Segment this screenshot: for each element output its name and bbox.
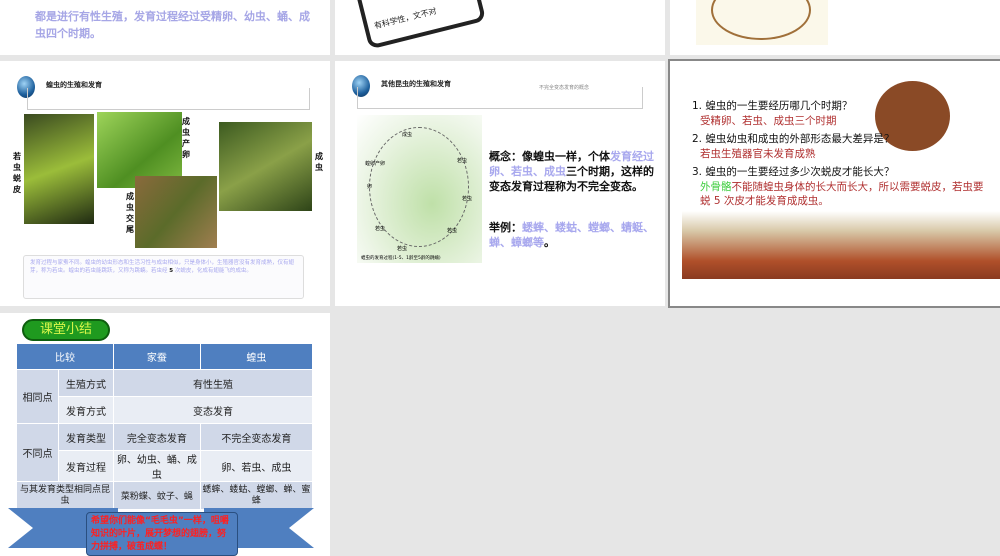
answer-2: 若虫生殖器官未发育成熟 xyxy=(700,147,816,160)
diagram-label: 蝗卵产卵 xyxy=(365,161,386,167)
concept-lead: 概念：像蝗虫一样，个体 xyxy=(489,150,610,163)
slide-thumbnail-6[interactable]: 1. 蝗虫的一生要经历哪几个时期？ 受精卵、若虫、成虫三个时期 2. 蝗虫幼虫和… xyxy=(668,59,1000,308)
locust-development-diagram: 成虫 若虫 若虫 若虫 若虫 若虫 蝗卵产卵 卵 蝗虫的发育过程(1-5、1龄至… xyxy=(357,115,482,263)
row-value: 变态发育 xyxy=(113,396,313,424)
banner-text: 希望你们能像“毛毛虫”一样，咀嚼知识的叶片，展开梦想的翅膀，努力拼搏，破茧成蝶！ xyxy=(86,512,238,556)
row-value: 有性生殖 xyxy=(113,369,313,397)
adult-photo xyxy=(219,122,312,211)
slide-thumbnail-7[interactable]: 课堂小结 比较 家蚕 蝗虫 相同点 生殖方式 有性生殖 发育方式 变态发育 不同… xyxy=(0,313,330,556)
example-label: 举例： xyxy=(489,221,522,234)
diagram-label: 卵 xyxy=(367,184,373,190)
header-locust: 蝗虫 xyxy=(199,343,314,370)
silkworm-value: 完全变态发育 xyxy=(113,423,201,451)
row-label: 生殖方式 xyxy=(58,369,114,397)
silkworm-value: 卵、幼虫、蛹、成虫 xyxy=(113,450,201,482)
locust-value: 卵、若虫、成虫 xyxy=(199,450,314,482)
slide-thumbnail-4[interactable]: 蝗虫的生殖和发育 若虫蜕皮 成虫产卵 成虫交尾 成虫 发育过程与家蚕不同。蝗虫的… xyxy=(0,61,330,306)
note-text: 发育过程与家蚕不同。蝗虫的幼虫形态和生活习性与成虫相似，只是身体小，生殖器官没有… xyxy=(30,260,295,274)
note-text-end: 次蜕皮，化成有翅能飞的成虫。 xyxy=(173,268,252,274)
slide-thumbnail-3[interactable] xyxy=(670,0,1000,55)
question-3: 3. 蝗虫的一生要经过多少次蜕皮才能长大？ xyxy=(692,166,895,178)
question-1: 1. 蝗虫的一生要经历哪几个时期？ xyxy=(692,100,853,112)
title-bracket xyxy=(27,88,310,110)
diff-label: 不同点 xyxy=(16,423,59,482)
label-molting: 若虫蜕皮 xyxy=(13,152,21,194)
slide-thumbnail-1[interactable]: 都是进行有性生殖，发育过程经过受精卵、幼虫、蛹、成虫四个时期。 xyxy=(0,0,330,55)
header-silkworm: 家蚕 xyxy=(113,343,201,370)
answer-3-highlight: 外骨骼 xyxy=(700,180,732,193)
diagram-label: 若虫 xyxy=(397,246,408,252)
diagram-label: 成虫 xyxy=(402,132,413,138)
example-end: 。 xyxy=(544,236,555,249)
locust-value: 不完全变态发育 xyxy=(199,423,314,451)
question-2: 2. 蝗虫幼虫和成虫的外部形态最大差异是？ xyxy=(692,133,895,145)
same-label: 相同点 xyxy=(16,369,59,424)
mating-photo xyxy=(135,176,217,248)
label-mating: 成虫交尾 xyxy=(126,192,134,234)
note-box: 发育过程与家蚕不同。蝗虫的幼虫形态和生活习性与成虫相似，只是身体小，生殖器官没有… xyxy=(23,255,304,299)
molting-photo xyxy=(24,114,94,224)
bubble-text: 有科学性，文不对 xyxy=(373,6,438,31)
diagram-label: 若虫 xyxy=(375,226,386,232)
answer-3: 外骨骼不能随蝗虫身体的长大而长大，所以需要蜕皮，若虫要蜕 5 次皮才能发育成成虫… xyxy=(692,180,992,209)
answer-3-text: 不能随蝗虫身体的长大而长大，所以需要蜕皮，若虫要蜕 5 次皮才能发育成成虫。 xyxy=(700,180,984,208)
header-compare: 比较 xyxy=(16,343,114,370)
qa-block: 1. 蝗虫的一生要经历哪几个时期？ 受精卵、若虫、成虫三个时期 2. 蝗虫幼虫和… xyxy=(692,99,992,209)
label-adult: 成虫 xyxy=(315,152,323,172)
silkworm-lifecycle-image xyxy=(696,0,828,45)
example-text: 举例：蟋蟀、蝼蛄、螳螂、蜻蜓、蝉、蟑螂等。 xyxy=(489,220,659,250)
cycle-arrow xyxy=(711,0,811,40)
diagram-label: 若虫 xyxy=(462,196,473,202)
title-bracket xyxy=(357,87,643,109)
diagram-caption: 蝗虫的发育过程(1-5、1龄至5龄的跳蝻) xyxy=(361,256,441,261)
comparison-table: 比较 家蚕 蝗虫 相同点 生殖方式 有性生殖 发育方式 变态发育 不同点 发育类… xyxy=(16,343,314,510)
summary-badge: 课堂小结 xyxy=(22,319,110,341)
diagram-label: 若虫 xyxy=(457,158,468,164)
row-label: 发育类型 xyxy=(58,423,114,451)
concept-text: 概念：像蝗虫一样，个体发育经过卵、若虫、成虫三个时期，这样的变态发育过程称为不完… xyxy=(489,149,659,194)
slide1-text: 都是进行有性生殖，发育过程经过受精卵、幼虫、蛹、成虫四个时期。 xyxy=(35,10,310,40)
slide-thumbnail-2[interactable]: 有科学性，文不对 xyxy=(335,0,665,55)
row-label: 发育方式 xyxy=(58,396,114,424)
answer-1: 受精卵、若虫、成虫三个时期 xyxy=(700,114,837,127)
speech-bubble: 有科学性，文不对 xyxy=(353,0,487,50)
label-egg-laying: 成虫产卵 xyxy=(182,117,190,159)
diagram-label: 若虫 xyxy=(447,228,458,234)
row-label: 发育过程 xyxy=(58,450,114,482)
slide-thumbnail-5[interactable]: 其他昆虫的生殖和发育 不完全变态发育的概念 成虫 若虫 若虫 若虫 若虫 若虫 … xyxy=(335,61,665,306)
